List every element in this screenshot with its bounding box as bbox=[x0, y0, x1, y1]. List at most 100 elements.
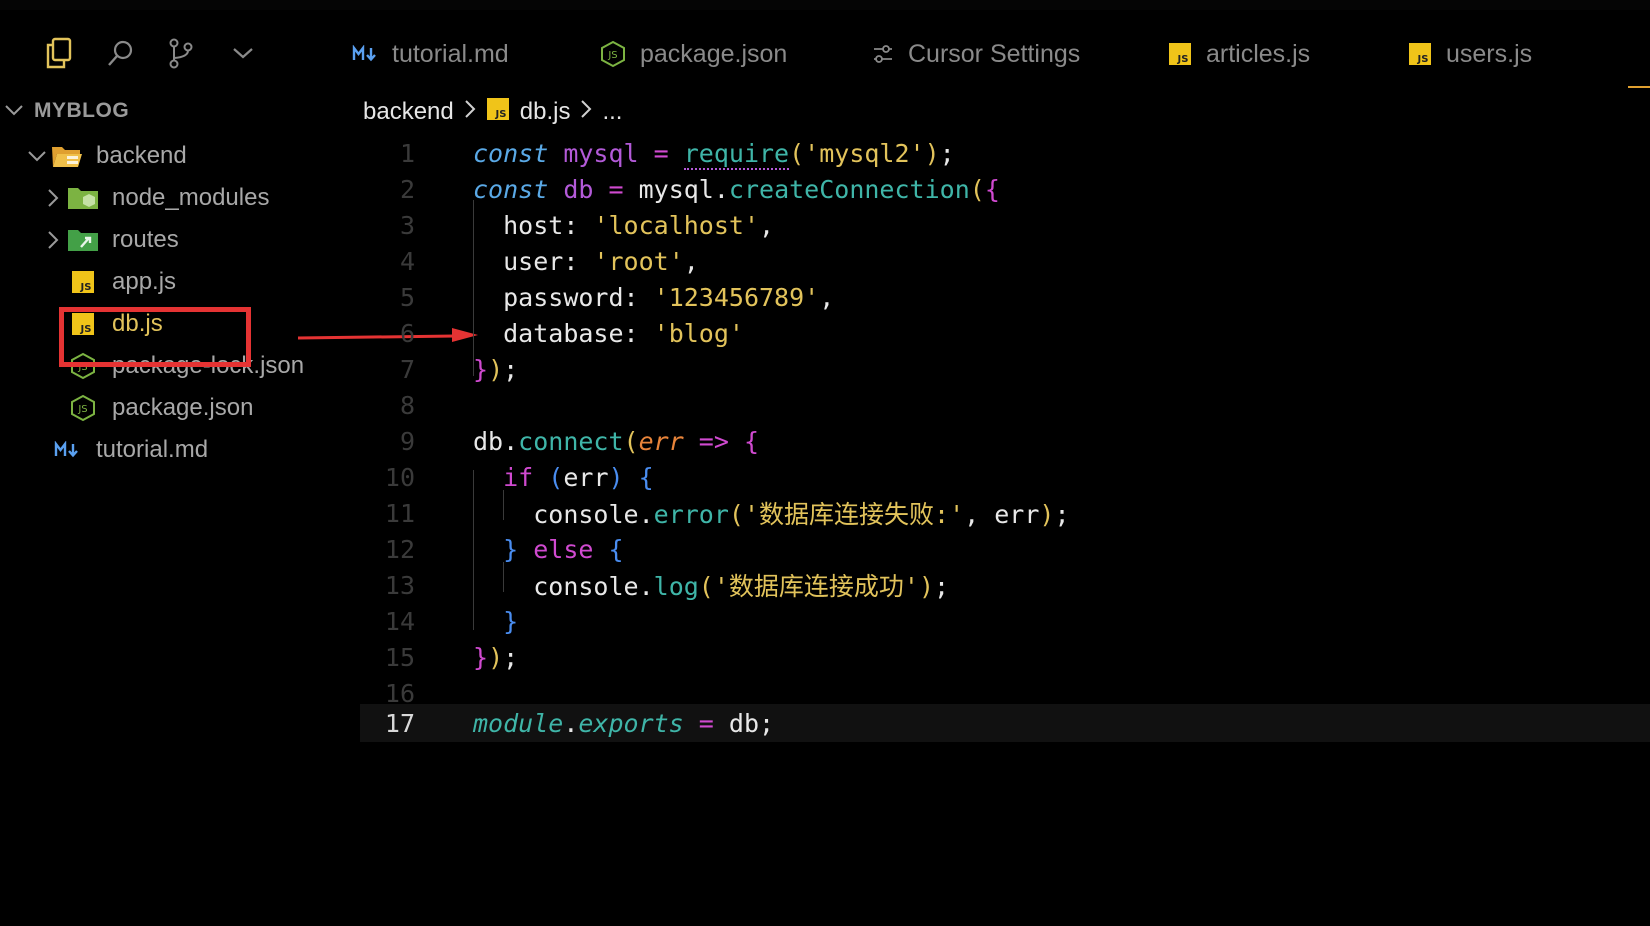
tab-label: users.js bbox=[1446, 39, 1533, 68]
tab-articles-js[interactable]: JS articles.js bbox=[1168, 34, 1310, 74]
js-file-icon: JS bbox=[1408, 42, 1432, 66]
tree-file-tutorial-md[interactable]: tutorial.md bbox=[50, 430, 208, 470]
line-number: 9 bbox=[399, 426, 415, 456]
line-number: 15 bbox=[384, 642, 415, 672]
svg-text:JS: JS bbox=[1177, 54, 1189, 65]
svg-text:JS: JS bbox=[1417, 54, 1429, 65]
tree-file-app-js[interactable]: JS app.js bbox=[66, 262, 176, 302]
tab-package-json[interactable]: JS package.json bbox=[600, 34, 787, 74]
code-line[interactable]: 15 }); bbox=[360, 638, 1650, 676]
folder-open-icon bbox=[50, 143, 84, 169]
code-text: password: '123456789', bbox=[503, 282, 835, 312]
code-text: } else { bbox=[503, 534, 624, 564]
tab-label: Cursor Settings bbox=[908, 39, 1081, 68]
code-text: const db = mysql.createConnection({ bbox=[473, 174, 1000, 204]
tree-item-label: app.js bbox=[112, 268, 177, 295]
code-line[interactable]: 8 bbox=[360, 386, 1650, 424]
code-editor[interactable]: 1 const mysql = require('mysql2'); 2 con… bbox=[360, 134, 1650, 744]
breadcrumb-folder[interactable]: backend bbox=[363, 98, 454, 126]
node-json-icon: JS bbox=[600, 40, 626, 68]
line-number: 2 bbox=[399, 174, 415, 204]
code-line[interactable]: 13 console.log('数据库连接成功'); bbox=[360, 566, 1650, 604]
tree-item-label: routes bbox=[112, 226, 179, 253]
tree-file-package-json[interactable]: JS package.json bbox=[66, 388, 253, 428]
chevron-right-icon bbox=[464, 98, 476, 126]
line-number: 6 bbox=[399, 318, 415, 348]
code-text: if (err) { bbox=[503, 462, 654, 492]
markdown-icon bbox=[352, 45, 378, 63]
tab-tutorial-md[interactable]: tutorial.md bbox=[352, 34, 509, 74]
line-number: 3 bbox=[399, 210, 415, 240]
explorer-icon[interactable] bbox=[42, 36, 76, 70]
code-line[interactable]: 4 user: 'root', bbox=[360, 242, 1650, 280]
tree-folder-routes[interactable]: routes bbox=[40, 220, 179, 260]
code-line[interactable]: 10 if (err) { bbox=[360, 458, 1650, 496]
line-number: 7 bbox=[399, 354, 415, 384]
tab-users-js[interactable]: JS users.js bbox=[1408, 34, 1532, 74]
tab-label: package.json bbox=[640, 39, 788, 68]
source-control-icon[interactable] bbox=[164, 36, 198, 70]
line-number: 12 bbox=[384, 534, 415, 564]
code-text: } bbox=[503, 606, 519, 636]
title-bar bbox=[0, 0, 1650, 10]
code-line[interactable]: 14 } bbox=[360, 602, 1650, 640]
code-line[interactable]: 6 database: 'blog' bbox=[360, 314, 1650, 352]
code-line[interactable]: 1 const mysql = require('mysql2'); bbox=[360, 134, 1650, 172]
tab-label: tutorial.md bbox=[392, 39, 509, 68]
line-number: 1 bbox=[399, 138, 415, 168]
settings-sliders-icon bbox=[872, 44, 894, 64]
breadcrumb-file[interactable]: db.js bbox=[520, 98, 571, 126]
code-line[interactable]: 11 console.error('数据库连接失败:', err); bbox=[360, 494, 1650, 532]
explorer-header[interactable]: MYBLOG bbox=[4, 96, 129, 126]
code-line[interactable]: 3 host: 'localhost', bbox=[360, 206, 1650, 244]
code-text: host: 'localhost', bbox=[503, 210, 775, 240]
annotation-highlight-box bbox=[59, 307, 251, 367]
code-line[interactable]: 9 db.connect(err => { bbox=[360, 422, 1650, 460]
code-text: db.connect(err => { bbox=[473, 426, 760, 456]
chevron-right-icon bbox=[580, 98, 592, 126]
line-number: 13 bbox=[384, 570, 415, 600]
code-text: console.error('数据库连接失败:', err); bbox=[533, 500, 1070, 529]
node-folder-icon bbox=[66, 185, 100, 211]
tab-cursor-settings[interactable]: Cursor Settings bbox=[872, 34, 1080, 74]
line-number: 4 bbox=[399, 246, 415, 276]
svg-text:JS: JS bbox=[607, 50, 617, 61]
active-tab-indicator bbox=[1628, 86, 1650, 88]
editor-window: tutorial.md JS package.json Cursor Setti… bbox=[0, 0, 1650, 926]
node-json-icon: JS bbox=[66, 394, 100, 422]
code-line[interactable]: 5 password: '123456789', bbox=[360, 278, 1650, 316]
tree-item-label: node_modules bbox=[112, 184, 270, 211]
chevron-right-icon bbox=[40, 230, 66, 250]
tree-folder-node-modules[interactable]: node_modules bbox=[40, 178, 269, 218]
tree-folder-backend[interactable]: backend bbox=[24, 136, 187, 176]
breadcrumb: backend JS db.js ... bbox=[363, 96, 622, 128]
js-file-icon: JS bbox=[1168, 42, 1192, 66]
workspace-title: MYBLOG bbox=[34, 99, 130, 122]
tab-label: articles.js bbox=[1206, 39, 1311, 68]
code-text: console.log('数据库连接成功'); bbox=[533, 572, 950, 601]
line-number: 11 bbox=[384, 498, 415, 528]
chevron-right-icon bbox=[40, 188, 66, 208]
code-line[interactable]: 7 }); bbox=[360, 350, 1650, 388]
chevron-down-icon bbox=[4, 99, 24, 123]
breadcrumb-symbols[interactable]: ... bbox=[602, 98, 622, 126]
line-number: 17 bbox=[384, 708, 415, 738]
tree-item-label: tutorial.md bbox=[96, 436, 209, 463]
code-line-current[interactable]: 17 module.exports = db; bbox=[360, 704, 1650, 742]
markdown-icon bbox=[50, 441, 84, 459]
js-file-icon: JS bbox=[66, 270, 100, 294]
js-file-icon: JS bbox=[486, 97, 510, 128]
svg-text:JS: JS bbox=[80, 282, 92, 293]
code-line[interactable]: 2 const db = mysql.createConnection({ bbox=[360, 170, 1650, 208]
routes-folder-icon bbox=[66, 227, 100, 253]
code-text: module.exports = db; bbox=[473, 708, 775, 738]
line-number: 10 bbox=[384, 462, 415, 492]
chevron-down-icon[interactable] bbox=[226, 36, 260, 70]
line-number: 5 bbox=[399, 282, 415, 312]
search-icon[interactable] bbox=[104, 36, 138, 70]
svg-text:JS: JS bbox=[494, 109, 506, 120]
chevron-down-icon bbox=[24, 149, 50, 163]
code-text: database: 'blog' bbox=[503, 318, 744, 348]
code-line[interactable]: 12 } else { bbox=[360, 530, 1650, 568]
tree-item-label: package.json bbox=[112, 394, 254, 421]
